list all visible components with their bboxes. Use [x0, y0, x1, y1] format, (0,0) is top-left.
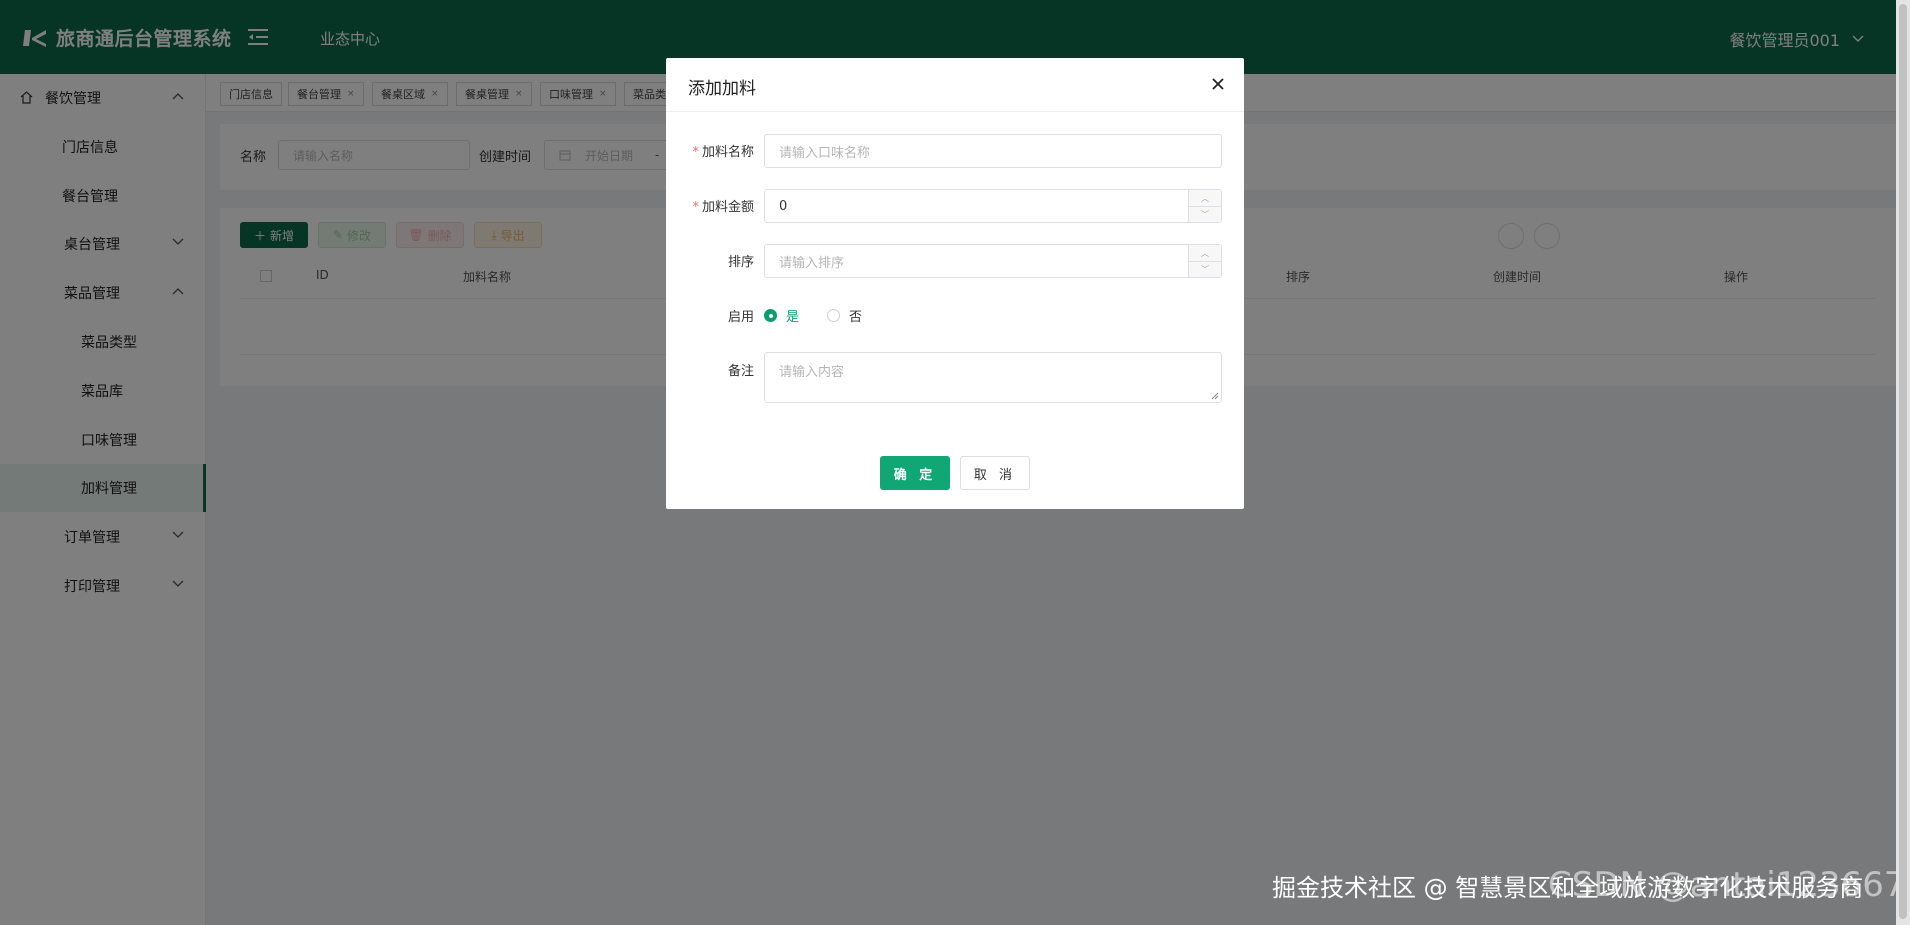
dialog-header: 添加加料 [666, 58, 1244, 112]
decrease-icon[interactable]: ﹀ [1189, 206, 1221, 222]
increase-icon[interactable]: ︿ [1189, 190, 1221, 206]
confirm-button[interactable]: 确 定 [880, 456, 950, 490]
price-value: 0 [779, 198, 788, 214]
decrease-icon[interactable]: ﹀ [1189, 261, 1221, 277]
enable-yes-radio[interactable]: 是 [764, 306, 799, 325]
remark-label: 备注 [727, 364, 754, 379]
resize-handle-icon[interactable] [1211, 392, 1219, 400]
enable-no-radio[interactable]: 否 [827, 306, 862, 325]
watermark-text: 掘金技术社区 @ 智慧景区和全域旅游数字化技术服务商 [1272, 874, 1864, 902]
required-asterisk: * [692, 200, 699, 215]
radio-dot [827, 309, 840, 322]
label-text: 加料金额 [701, 200, 754, 215]
placeholder-text: 请输入排序 [779, 255, 845, 271]
sort-stepper[interactable]: 请输入排序 ︿ ﹀ [764, 244, 1222, 278]
placeholder-text: 请输入口味名称 [779, 145, 871, 161]
dialog-title: 添加加料 [688, 79, 756, 99]
topping-name-label: * 加料名称 [684, 141, 754, 160]
close-icon[interactable] [1210, 76, 1226, 92]
cancel-button[interactable]: 取 消 [960, 456, 1030, 490]
topping-name-input[interactable]: 请输入口味名称 [764, 134, 1222, 168]
required-asterisk: * [692, 145, 699, 160]
page-scrollbar[interactable] [1896, 0, 1910, 925]
topping-price-stepper[interactable]: 0 ︿ ﹀ [764, 189, 1222, 223]
radio-label: 是 [786, 310, 800, 325]
stepper-controls: ︿ ﹀ [1188, 245, 1221, 277]
increase-icon[interactable]: ︿ [1189, 245, 1221, 261]
stepper-controls: ︿ ﹀ [1188, 190, 1221, 222]
enable-label: 启用 [727, 310, 754, 325]
label-text: 加料名称 [701, 145, 754, 160]
scrollbar-thumb[interactable] [1899, 4, 1907, 919]
add-topping-dialog: 添加加料 * 加料名称 请输入口味名称 * 加料金额 0 ︿ ﹀ 排序 请输入排序 … [666, 58, 1244, 509]
remark-textarea[interactable]: 请输入内容 [764, 352, 1222, 403]
sort-label: 排序 [727, 255, 754, 270]
radio-label: 否 [849, 310, 863, 325]
radio-dot [764, 309, 777, 322]
placeholder-text: 请输入内容 [779, 365, 845, 380]
topping-price-label: * 加料金额 [684, 196, 754, 215]
